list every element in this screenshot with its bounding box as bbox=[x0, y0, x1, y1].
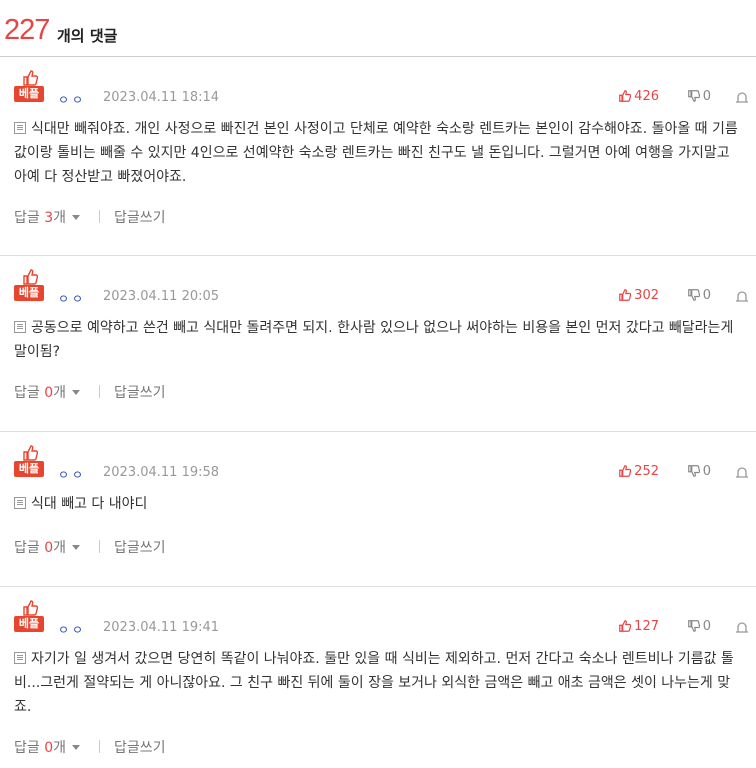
report-icon[interactable] bbox=[736, 466, 748, 478]
downvote-button[interactable]: 0 bbox=[687, 464, 711, 479]
downvote-button[interactable]: 0 bbox=[687, 288, 711, 303]
chevron-down-icon bbox=[72, 745, 81, 750]
best-label: 베플 bbox=[14, 285, 44, 301]
comment-text: 자기가 일 생겨서 갔으면 당연히 똑같이 나눠야죠. 둘만 있을 때 식비는 … bbox=[14, 651, 734, 715]
memo-icon bbox=[14, 497, 26, 509]
comment-date: 2023.04.11 20:05 bbox=[103, 289, 220, 304]
reply-toggle[interactable]: 답글 0개 bbox=[14, 537, 81, 557]
divider bbox=[99, 210, 100, 223]
downvote-count: 0 bbox=[702, 89, 711, 104]
comment-count-label: 개의 댓글 bbox=[57, 27, 118, 45]
write-reply-button[interactable]: 답글쓰기 bbox=[114, 207, 166, 227]
reply-unit: 개 bbox=[53, 210, 67, 226]
reply-unit: 개 bbox=[53, 385, 67, 401]
comment-author[interactable]: ㅇㅇ bbox=[58, 91, 86, 108]
thumbs-down-icon bbox=[687, 289, 700, 301]
comment-item: 베플 ㅇㅇ 2023.04.11 20:05 302 0 공동으로 예약하고 쓴… bbox=[0, 269, 756, 432]
report-icon[interactable] bbox=[736, 621, 748, 633]
thumbs-up-badge-icon bbox=[23, 70, 38, 86]
comment-author[interactable]: ㅇㅇ bbox=[58, 621, 86, 638]
report-icon[interactable] bbox=[736, 290, 748, 302]
write-reply-button[interactable]: 답글쓰기 bbox=[114, 382, 166, 402]
upvote-count: 252 bbox=[634, 464, 659, 479]
reply-count: 0 bbox=[44, 385, 54, 401]
upvote-button[interactable]: 302 bbox=[619, 288, 659, 303]
reply-label: 답글 bbox=[14, 740, 45, 756]
reply-count: 0 bbox=[44, 540, 54, 556]
reply-label: 답글 bbox=[14, 385, 45, 401]
reply-unit: 개 bbox=[53, 740, 67, 756]
downvote-button[interactable]: 0 bbox=[687, 619, 711, 634]
thumbs-up-icon bbox=[619, 465, 632, 477]
thumbs-up-badge-icon bbox=[23, 445, 38, 461]
chevron-down-icon bbox=[72, 545, 81, 550]
upvote-count: 127 bbox=[634, 619, 659, 634]
downvote-count: 0 bbox=[702, 288, 711, 303]
thumbs-up-icon bbox=[619, 289, 632, 301]
thumbs-up-icon bbox=[619, 90, 632, 102]
memo-icon bbox=[14, 321, 26, 333]
best-badge: 베플 bbox=[14, 70, 44, 102]
thumbs-down-icon bbox=[687, 90, 700, 102]
downvote-count: 0 bbox=[702, 464, 711, 479]
best-label: 베플 bbox=[14, 86, 44, 102]
memo-icon bbox=[14, 652, 26, 664]
thumbs-up-icon bbox=[619, 620, 632, 632]
comment-item: 베플 ㅇㅇ 2023.04.11 19:41 127 0 자기가 일 생겨서 갔… bbox=[0, 600, 756, 768]
write-reply-button[interactable]: 답글쓰기 bbox=[114, 537, 166, 557]
upvote-button[interactable]: 426 bbox=[619, 89, 659, 104]
best-label: 베플 bbox=[14, 616, 44, 632]
best-badge: 베플 bbox=[14, 445, 44, 477]
downvote-count: 0 bbox=[702, 619, 711, 634]
divider bbox=[99, 385, 100, 398]
write-reply-button[interactable]: 답글쓰기 bbox=[114, 737, 166, 757]
thumbs-up-badge-icon bbox=[23, 600, 38, 616]
reply-unit: 개 bbox=[53, 540, 67, 556]
comment-item: 베플 ㅇㅇ 2023.04.11 19:58 252 0 식대 빼고 다 내야디… bbox=[0, 445, 756, 587]
reply-label: 답글 bbox=[14, 540, 45, 556]
comment-text: 식대 빼고 다 내야디 bbox=[31, 496, 148, 512]
thumbs-up-badge-icon bbox=[23, 269, 38, 285]
best-badge: 베플 bbox=[14, 600, 44, 632]
comment-date: 2023.04.11 18:14 bbox=[103, 90, 220, 105]
divider bbox=[99, 740, 100, 753]
reply-toggle[interactable]: 답글 3개 bbox=[14, 207, 81, 227]
report-icon[interactable] bbox=[736, 91, 748, 103]
chevron-down-icon bbox=[72, 390, 81, 395]
comment-item: 베플 ㅇㅇ 2023.04.11 18:14 426 0 식대만 빼줘야죠. 개… bbox=[0, 70, 756, 256]
comments-header: 227 개의 댓글 bbox=[0, 0, 756, 57]
reply-toggle[interactable]: 답글 0개 bbox=[14, 737, 81, 757]
thumbs-down-icon bbox=[687, 465, 700, 477]
divider bbox=[99, 540, 100, 553]
reply-toggle[interactable]: 답글 0개 bbox=[14, 382, 81, 402]
reply-label: 답글 bbox=[14, 210, 45, 226]
upvote-button[interactable]: 252 bbox=[619, 464, 659, 479]
chevron-down-icon bbox=[72, 215, 81, 220]
upvote-count: 426 bbox=[634, 89, 659, 104]
comment-date: 2023.04.11 19:41 bbox=[103, 620, 220, 635]
best-label: 베플 bbox=[14, 461, 44, 477]
comment-author[interactable]: ㅇㅇ bbox=[58, 466, 86, 483]
downvote-button[interactable]: 0 bbox=[687, 89, 711, 104]
comment-count: 227 bbox=[4, 14, 50, 46]
reply-count: 0 bbox=[44, 740, 54, 756]
upvote-count: 302 bbox=[634, 288, 659, 303]
thumbs-down-icon bbox=[687, 620, 700, 632]
comment-author[interactable]: ㅇㅇ bbox=[58, 290, 86, 307]
comment-text: 공동으로 예약하고 쓴건 빼고 식대만 돌려주면 되지. 한사람 있으나 없으나… bbox=[14, 320, 734, 360]
upvote-button[interactable]: 127 bbox=[619, 619, 659, 634]
comment-text: 식대만 빼줘야죠. 개인 사정으로 빠진건 본인 사정이고 단체로 예약한 숙소… bbox=[14, 121, 738, 185]
reply-count: 3 bbox=[44, 210, 54, 226]
comment-date: 2023.04.11 19:58 bbox=[103, 465, 220, 480]
best-badge: 베플 bbox=[14, 269, 44, 301]
memo-icon bbox=[14, 122, 26, 134]
